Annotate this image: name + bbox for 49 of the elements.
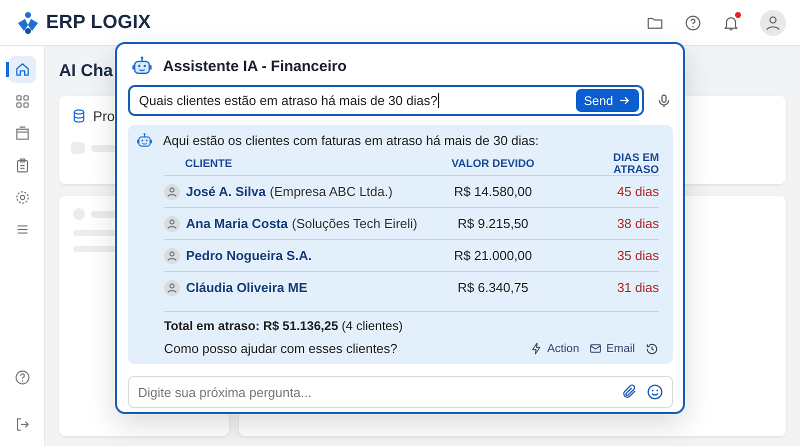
app-logo-text: ERP LOGIX [46, 12, 151, 34]
user-avatar[interactable] [760, 10, 786, 36]
robot-icon [131, 55, 153, 77]
database-icon [71, 108, 87, 124]
history-icon[interactable] [645, 342, 659, 356]
help-icon[interactable] [14, 369, 30, 386]
days-overdue-cell-text: 38 dias [616, 216, 659, 231]
response-intro: Aqui estão os clientes com faturas em atraso há mais de 30 dias: [163, 133, 539, 148]
amount-cell-text: R$ 21.000,00 [452, 248, 534, 263]
paperclip-icon[interactable] [621, 383, 638, 400]
envelope-icon [589, 342, 602, 355]
days-overdue-cell-text: 45 dias [616, 184, 659, 199]
email-link[interactable]: Email [589, 342, 635, 355]
person-icon [164, 216, 180, 232]
nav-item[interactable] [8, 56, 36, 83]
window-icon [14, 125, 30, 142]
microphone-icon[interactable] [656, 92, 672, 108]
home-icon [14, 61, 30, 78]
column-header: DIAS EM ATRASO [612, 152, 659, 176]
action-link[interactable]: Action [530, 342, 580, 355]
client-name: Pedro Nogueira S.A. [186, 248, 312, 263]
emoji-icon[interactable] [646, 383, 664, 401]
logo-icon [16, 10, 40, 34]
person-icon [164, 184, 180, 200]
robot-icon [136, 132, 153, 149]
person-icon [164, 280, 180, 296]
question-field[interactable]: Quais clientes estão em atraso há mais de 30 dias? Send [128, 85, 644, 116]
card-title: Pro [93, 108, 115, 124]
client-name: Cláudia Oliveira ME [186, 280, 308, 295]
column-header: CLIENTE [185, 158, 232, 170]
amount-cell-text: R$ 14.580,00 [452, 184, 534, 199]
followup-question: Como posso ajudar com esses clientes? [164, 341, 398, 356]
days-overdue-cell-text: 31 dias [616, 280, 659, 295]
days-overdue-cell-text: 35 dias [616, 248, 659, 263]
client-name: José A. Silva (Empresa ABC Ltda.) [186, 184, 393, 199]
person-icon [164, 248, 180, 264]
amount-cell-text: R$ 9.215,50 [456, 216, 530, 231]
gear-icon [14, 189, 30, 206]
dialog-title: Assistente IA - Financeiro [163, 58, 347, 74]
help-icon[interactable] [684, 14, 702, 32]
column-header: VALOR DEVIDO [450, 158, 536, 170]
send-button[interactable]: Send [576, 89, 640, 112]
total-summary: Total em atraso: R$ 51.136,25 (4 clientes) [164, 311, 659, 333]
amount-cell-text: R$ 6.340,75 [456, 280, 530, 295]
client-name: Ana Maria Costa (Soluções Tech Eireli) [186, 216, 418, 231]
message-input[interactable]: Digite sua próxima pergunta... [128, 376, 673, 408]
grid-icon [14, 93, 30, 110]
arrow-icon [618, 94, 632, 107]
page-title: AI Cha [59, 61, 114, 82]
